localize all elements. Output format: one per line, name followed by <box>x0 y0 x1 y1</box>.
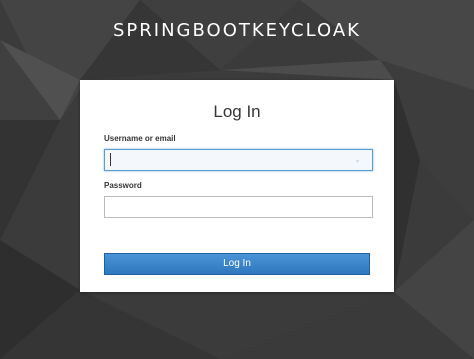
text-caret <box>110 153 111 166</box>
password-label: Password <box>104 181 142 190</box>
autofill-dropdown-icon[interactable]: ▾ <box>356 158 359 165</box>
login-card: Log In Username or email ▾ Password Log … <box>80 80 394 292</box>
realm-title: SPRINGBOOTKEYCLOAK <box>113 20 361 41</box>
login-button[interactable]: Log In <box>104 253 370 275</box>
login-title: Log In <box>213 102 261 121</box>
password-input[interactable] <box>104 196 373 218</box>
username-label: Username or email <box>104 134 176 143</box>
username-input[interactable] <box>104 149 373 171</box>
